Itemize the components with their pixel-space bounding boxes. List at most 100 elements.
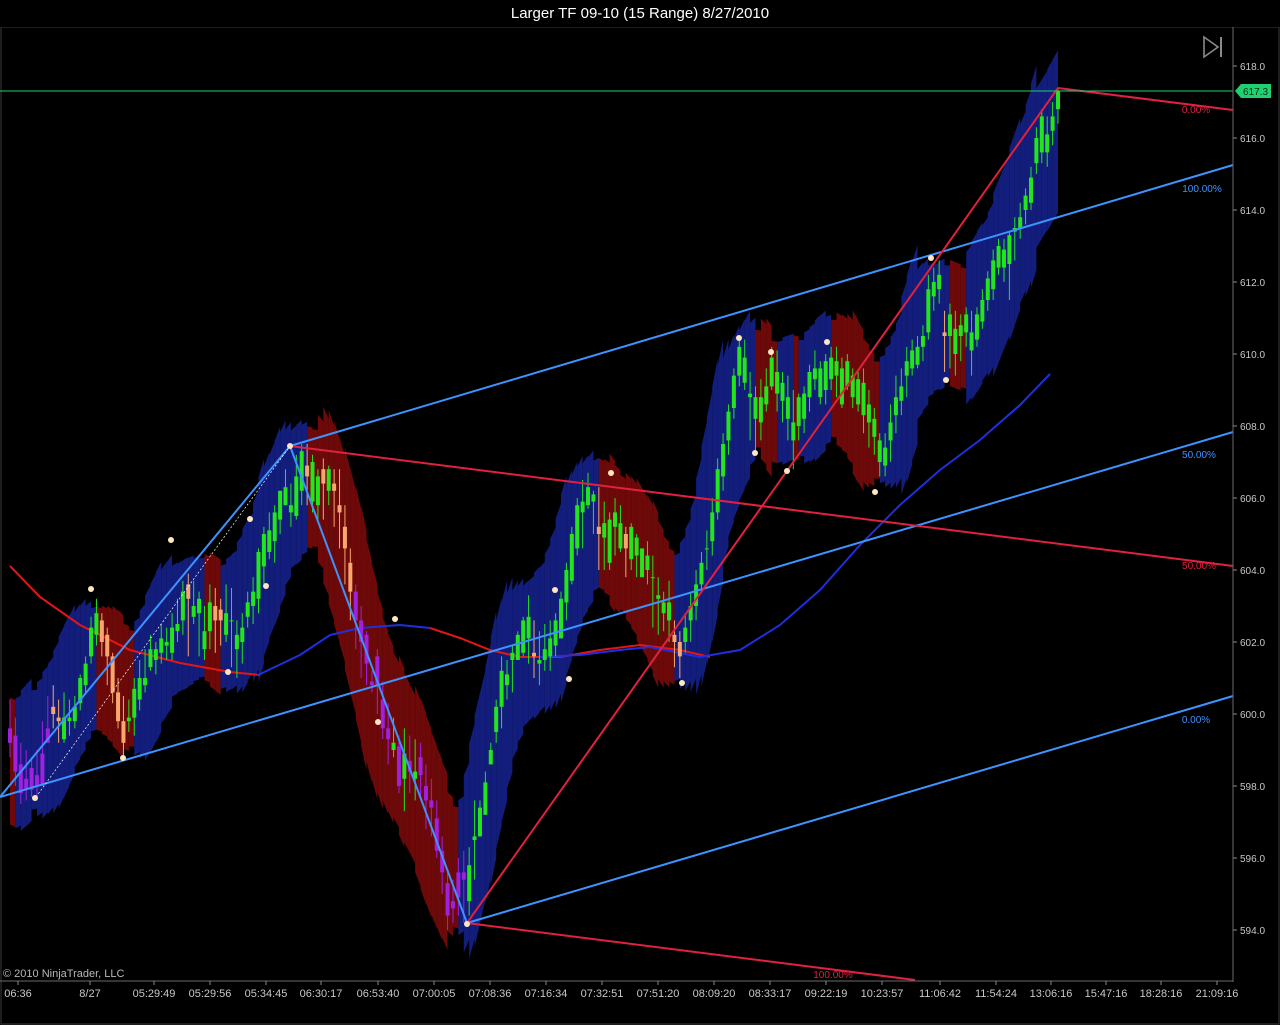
channel-line-0[interactable]: [466, 695, 1234, 924]
candle-body: [904, 361, 909, 376]
candle-body: [726, 411, 731, 441]
candle-body: [812, 368, 817, 380]
candle-body: [980, 300, 985, 322]
candle-body: [267, 530, 272, 552]
candle-body: [467, 865, 472, 902]
candle-body: [515, 634, 520, 660]
candle-body: [499, 670, 504, 707]
candle-body: [596, 526, 601, 534]
swing-point: [287, 443, 293, 449]
candle-body: [143, 678, 148, 686]
x-tick-label: 13:06:16: [1030, 988, 1073, 1000]
candle-body: [769, 357, 774, 387]
candle-body: [175, 624, 180, 632]
swing-point: [120, 755, 126, 761]
candle-body: [931, 282, 936, 297]
candle-body: [591, 494, 596, 502]
ribbon-band-segment: [339, 437, 345, 662]
fib-line-50[interactable]: [289, 445, 1234, 567]
y-tick-label: 618.0: [1240, 62, 1265, 73]
candle-body: [445, 883, 450, 916]
candle-body: [607, 519, 612, 563]
candle-body: [56, 717, 61, 722]
x-tick-label: 11:54:24: [975, 988, 1017, 1000]
price-chart[interactable]: 618.0 616.0 614.0 612.0 610.0 608.0 606.0 604.0…: [0, 27, 1280, 1025]
x-tick-label: 07:00:05: [413, 988, 456, 1000]
ribbon-band-segment: [647, 494, 653, 672]
candle-body: [661, 602, 666, 614]
x-tick-label: 07:08:36: [469, 988, 512, 1000]
swing-point: [247, 516, 253, 522]
candle-body: [294, 476, 299, 516]
candle-body: [1056, 91, 1060, 110]
candle-body: [526, 616, 531, 639]
candle-body: [391, 742, 396, 750]
candle-body: [937, 274, 942, 290]
candle-body: [132, 688, 137, 718]
ribbon-band-segment: [523, 580, 529, 727]
candle-body: [305, 465, 310, 477]
candle-body: [899, 386, 904, 401]
candle-body: [710, 512, 715, 542]
swing-point: [225, 669, 231, 675]
last-price-label: 617.3: [1243, 87, 1268, 98]
y-tick-label: 616.0: [1240, 134, 1265, 145]
candle-body: [35, 775, 40, 786]
ribbon-band-segment: [128, 630, 135, 747]
candle-body: [613, 512, 618, 527]
candle-body: [1018, 217, 1023, 228]
candle-body: [920, 336, 925, 347]
candle-body: [148, 649, 153, 668]
candle-body: [737, 346, 742, 376]
ribbon-band-segment: [26, 678, 32, 827]
candle-body: [699, 562, 704, 585]
candle-body: [677, 642, 682, 657]
candle-body: [947, 314, 952, 336]
candle-body: [369, 681, 374, 686]
candle-body: [542, 649, 547, 660]
swing-point: [566, 676, 572, 682]
candle-body: [186, 584, 191, 599]
ribbon-band-segment: [452, 806, 459, 929]
candle-body: [1023, 195, 1028, 210]
ribbon-band-segment: [31, 689, 38, 810]
candle-body: [721, 444, 726, 477]
candle-body: [450, 901, 455, 909]
candle-body: [1028, 177, 1033, 203]
candle-body: [256, 552, 261, 599]
x-tick-label: 18:28:16: [1140, 988, 1183, 1000]
skip-forward-icon[interactable]: [1201, 34, 1225, 60]
candle-body: [353, 591, 358, 621]
ribbon-band-segment: [674, 552, 680, 682]
swing-point: [736, 335, 742, 341]
x-tick-label: 08:09:20: [693, 988, 736, 1000]
candle-body: [753, 397, 758, 419]
candle-body: [337, 505, 342, 513]
candle-body: [559, 598, 564, 639]
candle-body: [105, 634, 110, 657]
y-tick-label: 614.0: [1240, 206, 1265, 217]
x-tick-label: 07:16:34: [525, 988, 568, 1000]
swing-point: [752, 450, 758, 456]
ribbon-band-segment: [64, 614, 70, 798]
x-tick-label: 11:06:42: [919, 988, 961, 1000]
candle-body: [742, 357, 747, 383]
candle-body: [942, 332, 947, 336]
ribbon-band-segment: [182, 557, 189, 691]
zigzag-line[interactable]: [289, 445, 468, 924]
candle-body: [153, 649, 158, 660]
swing-point: [608, 470, 614, 476]
candle-body: [532, 652, 536, 657]
candle-body: [1007, 235, 1012, 264]
candle-body: [785, 397, 790, 419]
chart-frame[interactable]: 618.0 616.0 614.0 612.0 610.0 608.0 606.0 604.0…: [0, 27, 1280, 1025]
ribbon-band-segment: [528, 575, 534, 722]
candle-body: [861, 382, 866, 416]
candle-body: [575, 505, 580, 549]
candle-body: [915, 346, 920, 365]
ribbon-band-segment: [20, 684, 27, 831]
candle-body: [715, 469, 720, 513]
ribbon-band-segment: [750, 317, 756, 466]
candle-body: [893, 397, 898, 416]
ribbon-band-segment: [145, 585, 151, 761]
